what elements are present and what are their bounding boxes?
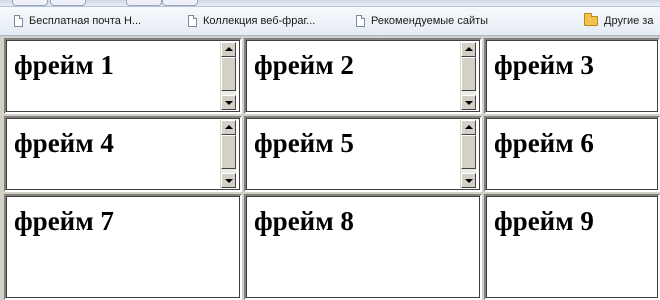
frame-title: фрейм 4 <box>14 128 114 158</box>
bookmarks-bar: Бесплатная почта Н... Коллекция веб-фраг… <box>0 7 660 36</box>
frame-title: фрейм 7 <box>14 206 114 236</box>
frameset: фрейм 1 фрейм 2 фрейм 3 фрейм 4 фрейм 5 <box>0 36 660 300</box>
bookmark-web-slice-gallery[interactable]: Коллекция веб-фраг... <box>188 13 315 29</box>
scroll-down-arrow-icon[interactable] <box>461 95 476 110</box>
bookmark-suggested-sites[interactable]: Рекомендуемые сайты <box>356 13 488 29</box>
folder-icon <box>584 13 598 26</box>
frame-title: фрейм 3 <box>494 50 594 80</box>
scroll-up-arrow-icon[interactable] <box>461 120 476 135</box>
page-icon <box>356 15 365 27</box>
scroll-up-arrow-icon[interactable] <box>221 120 236 135</box>
toolbar-button[interactable] <box>162 0 198 6</box>
scroll-down-arrow-icon[interactable] <box>221 173 236 188</box>
frame-title: фрейм 8 <box>254 206 354 236</box>
frame-4[interactable]: фрейм 4 <box>4 116 242 192</box>
frame-2[interactable]: фрейм 2 <box>244 38 482 114</box>
frame-title: фрейм 5 <box>254 128 354 158</box>
bookmark-free-mail[interactable]: Бесплатная почта Н... <box>14 13 141 29</box>
bookmark-label: Другие за <box>604 15 654 27</box>
bookmark-label: Бесплатная почта Н... <box>29 15 142 27</box>
frame-8[interactable]: фрейм 8 <box>244 194 482 300</box>
page-icon <box>14 15 23 27</box>
frame-5[interactable]: фрейм 5 <box>244 116 482 192</box>
scrollbar-thumb[interactable] <box>461 57 476 91</box>
toolbar-button[interactable] <box>50 0 86 6</box>
vertical-scrollbar[interactable] <box>460 42 476 110</box>
frame-1[interactable]: фрейм 1 <box>4 38 242 114</box>
scrollbar-thumb[interactable] <box>221 57 236 91</box>
frame-title: фрейм 9 <box>494 206 594 236</box>
frame-3[interactable]: фрейм 3 <box>484 38 660 114</box>
vertical-scrollbar[interactable] <box>460 120 476 188</box>
scroll-down-arrow-icon[interactable] <box>221 95 236 110</box>
bookmark-other-folder[interactable]: Другие за <box>584 13 653 29</box>
frame-title: фрейм 6 <box>494 128 594 158</box>
toolbar-button[interactable] <box>12 0 48 6</box>
frame-9[interactable]: фрейм 9 <box>484 194 660 300</box>
toolbar-button[interactable] <box>126 0 162 6</box>
vertical-scrollbar[interactable] <box>220 42 236 110</box>
bookmark-label: Рекомендуемые сайты <box>371 15 489 27</box>
scroll-up-arrow-icon[interactable] <box>221 42 236 57</box>
scroll-down-arrow-icon[interactable] <box>461 173 476 188</box>
frame-7[interactable]: фрейм 7 <box>4 194 242 300</box>
bookmark-label: Коллекция веб-фраг... <box>203 15 316 27</box>
browser-toolbar-strip <box>0 0 660 7</box>
page-icon <box>188 15 197 27</box>
scrollbar-thumb[interactable] <box>461 135 476 169</box>
vertical-scrollbar[interactable] <box>220 120 236 188</box>
scroll-up-arrow-icon[interactable] <box>461 42 476 57</box>
scrollbar-thumb[interactable] <box>221 135 236 169</box>
frame-6[interactable]: фрейм 6 <box>484 116 660 192</box>
frame-title: фрейм 1 <box>14 50 114 80</box>
frame-title: фрейм 2 <box>254 50 354 80</box>
